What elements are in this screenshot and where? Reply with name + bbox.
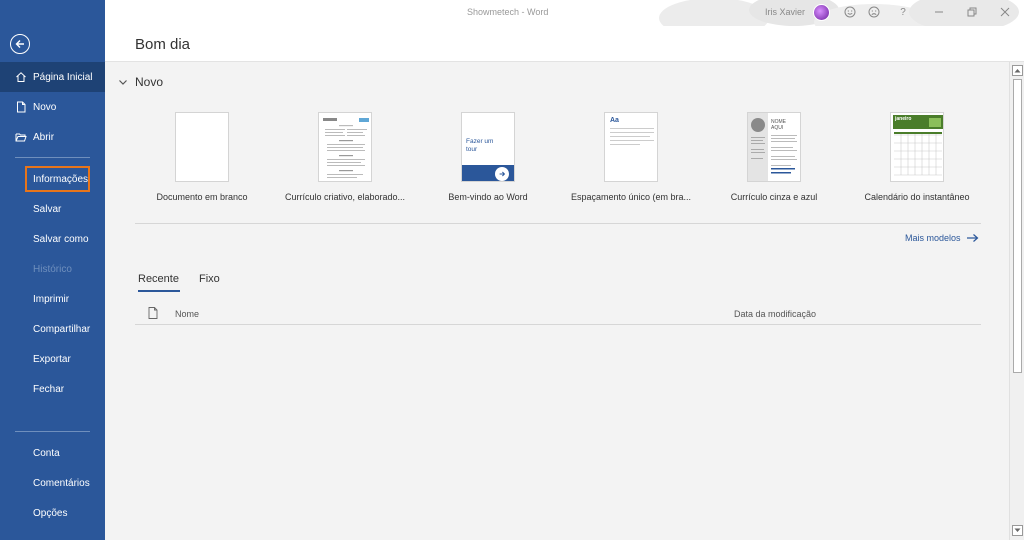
sidebar-item-feedback[interactable]: Comentários bbox=[0, 468, 105, 498]
template-name: Documento em branco bbox=[156, 192, 248, 202]
back-arrow-icon[interactable] bbox=[10, 34, 30, 54]
sidebar-item-label: Opções bbox=[33, 507, 68, 519]
active-tab-underline bbox=[138, 290, 180, 292]
template-name: Espaçamento único (em bra... bbox=[570, 192, 692, 202]
sidebar-item-label: Histórico bbox=[33, 263, 72, 275]
sidebar-item-open[interactable]: Abrir bbox=[0, 122, 105, 152]
template-creative-resume[interactable]: Currículo criativo, elaborado... bbox=[275, 112, 415, 212]
sidebar-item-label: Abrir bbox=[33, 131, 55, 143]
sidebar-item-print[interactable]: Imprimir bbox=[0, 284, 105, 314]
open-folder-icon bbox=[15, 131, 27, 143]
section-divider bbox=[135, 223, 981, 224]
template-snapshot-calendar[interactable]: janeiro Calendário do instantâneo bbox=[847, 112, 987, 212]
template-thumbnail bbox=[318, 112, 372, 182]
help-icon[interactable]: ? bbox=[896, 5, 910, 19]
sidebar-item-save-as[interactable]: Salvar como bbox=[0, 224, 105, 254]
sidebar-item-options[interactable]: Opções bbox=[0, 498, 105, 528]
arrow-right-icon bbox=[966, 234, 978, 242]
title-bar: Showmetech - Word Iris Xavier ? bbox=[105, 0, 1024, 56]
sidebar-item-label: Exportar bbox=[33, 353, 71, 365]
sidebar-item-label: Imprimir bbox=[33, 293, 70, 305]
template-name: Currículo criativo, elaborado... bbox=[284, 192, 406, 202]
file-list-header: Nome Data da modificação bbox=[135, 303, 981, 325]
scrollbar-thumb[interactable] bbox=[1013, 79, 1022, 373]
template-thumbnail: Aa bbox=[604, 112, 658, 182]
sidebar-item-close[interactable]: Fechar bbox=[0, 374, 105, 404]
tab-recent[interactable]: Recente bbox=[138, 273, 179, 285]
column-header-name[interactable]: Nome bbox=[175, 309, 199, 319]
sidebar-divider bbox=[15, 157, 90, 158]
minimize-icon[interactable] bbox=[932, 5, 946, 19]
vertical-scrollbar[interactable] bbox=[1009, 62, 1024, 540]
template-thumbnail: Fazer um tour bbox=[461, 112, 515, 182]
sidebar-item-history: Histórico bbox=[0, 254, 105, 284]
section-title: Novo bbox=[135, 75, 164, 89]
backstage-sidebar: Página Inicial Novo Abrir Informações Sa… bbox=[0, 0, 105, 540]
page-title: Bom dia bbox=[135, 36, 191, 53]
more-templates-link[interactable]: Mais modelos bbox=[905, 233, 979, 243]
thumbnail-tour-text: Fazer um tour bbox=[466, 138, 494, 153]
info-highlight-box bbox=[25, 166, 90, 192]
template-blank-document[interactable]: Documento em branco bbox=[132, 112, 272, 212]
template-single-spacing[interactable]: Aa Espaçamento único (em bra... bbox=[561, 112, 701, 212]
sidebar-item-label: Conta bbox=[33, 447, 60, 459]
new-document-icon bbox=[15, 101, 27, 113]
sidebar-item-label: Página Inicial bbox=[33, 71, 93, 83]
sidebar-item-label: Fechar bbox=[33, 383, 65, 395]
sidebar-divider bbox=[15, 431, 90, 432]
template-thumbnail: janeiro bbox=[890, 112, 944, 182]
sidebar-item-share[interactable]: Compartilhar bbox=[0, 314, 105, 344]
template-name: Calendário do instantâneo bbox=[864, 192, 970, 202]
arrow-right-icon bbox=[495, 167, 509, 181]
tab-pinned[interactable]: Fixo bbox=[199, 273, 220, 285]
restore-icon[interactable] bbox=[965, 5, 979, 19]
scroll-down-icon[interactable] bbox=[1012, 525, 1023, 536]
more-templates-label: Mais modelos bbox=[905, 233, 961, 243]
column-header-modified-date[interactable]: Data da modificação bbox=[734, 309, 816, 319]
template-thumbnail bbox=[175, 112, 229, 182]
sidebar-item-export[interactable]: Exportar bbox=[0, 344, 105, 374]
user-name[interactable]: Iris Xavier bbox=[765, 7, 805, 17]
sidebar-item-label: Salvar bbox=[33, 203, 62, 215]
main-content: Novo Documento em branco Currículo criat… bbox=[105, 62, 1009, 540]
window-title: Showmetech - Word bbox=[467, 7, 549, 17]
sidebar-item-label: Novo bbox=[33, 101, 57, 113]
sidebar-item-home[interactable]: Página Inicial bbox=[0, 62, 105, 92]
frown-icon[interactable] bbox=[867, 5, 881, 19]
sidebar-item-label: Compartilhar bbox=[33, 323, 91, 335]
sidebar-item-save[interactable]: Salvar bbox=[0, 194, 105, 224]
sidebar-item-new[interactable]: Novo bbox=[0, 92, 105, 122]
page-header: Bom dia bbox=[105, 26, 1024, 62]
template-name: Currículo cinza e azul bbox=[730, 192, 818, 202]
sidebar-item-account[interactable]: Conta bbox=[0, 438, 105, 468]
chevron-down-icon bbox=[119, 80, 127, 85]
new-section-toggle[interactable]: Novo bbox=[117, 75, 163, 89]
template-gray-blue-resume[interactable]: NOME AQUI Currículo cinza e azul bbox=[704, 112, 844, 212]
template-name: Bem-vindo ao Word bbox=[448, 192, 528, 202]
document-icon bbox=[148, 307, 158, 319]
sidebar-item-label: Salvar como bbox=[33, 233, 89, 245]
smile-icon[interactable] bbox=[843, 5, 857, 19]
avatar[interactable] bbox=[813, 4, 830, 21]
template-welcome-to-word[interactable]: Fazer um tour Bem-vindo ao Word bbox=[418, 112, 558, 212]
home-icon bbox=[15, 71, 27, 83]
scroll-up-icon[interactable] bbox=[1012, 65, 1023, 76]
close-icon[interactable] bbox=[998, 5, 1012, 19]
sidebar-item-label: Comentários bbox=[33, 477, 90, 489]
template-thumbnail: NOME AQUI bbox=[747, 112, 801, 182]
